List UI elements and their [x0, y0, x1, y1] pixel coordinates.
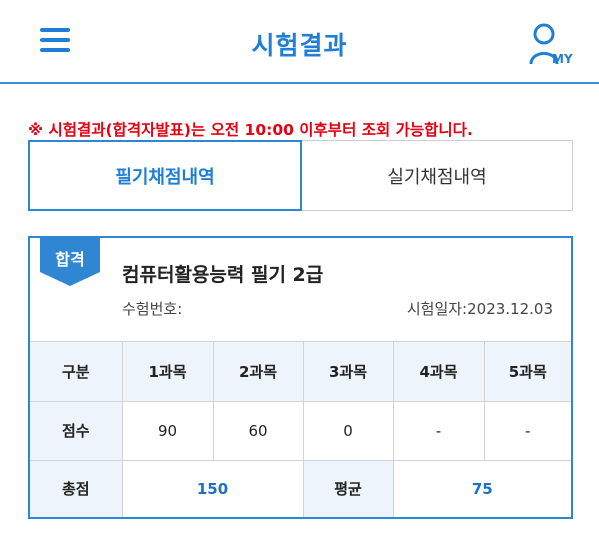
- score-subject-2: 60: [213, 401, 304, 461]
- exam-name: 컴퓨터활용능력 필기 2급: [122, 264, 324, 286]
- tab-practical-scoring[interactable]: 실기채점내역: [302, 140, 573, 211]
- notice-suffix: 이후부터 조회 가능합니다.: [293, 121, 473, 139]
- notice-time: 10:00: [244, 121, 294, 139]
- average-label: 평균: [303, 460, 394, 517]
- score-table: 구분 1과목 2과목 3과목 4과목 5과목 점수 90 60 0 - - 총점…: [30, 342, 571, 517]
- score-subject-1: 90: [122, 401, 214, 461]
- notice-prefix: ※ 시험결과(합격자발표)는 오전: [28, 121, 245, 139]
- score-subject-5: -: [484, 401, 571, 461]
- pass-badge-label: 합격: [55, 250, 85, 269]
- table-header-row: 구분 1과목 2과목 3과목 4과목 5과목: [30, 342, 571, 402]
- result-card-header: 합격 컴퓨터활용능력 필기 2급 수험번호: 시험일자:2023.12.03: [30, 236, 571, 342]
- total-row: 총점 150 평균 75: [30, 460, 571, 517]
- score-row-label: 점수: [30, 401, 123, 461]
- result-notice: ※ 시험결과(합격자발표)는 오전 10:00 이후부터 조회 가능합니다.: [28, 118, 588, 140]
- exam-date-value: 2023.12.03: [467, 300, 553, 318]
- pass-badge: 합격: [40, 236, 100, 286]
- my-page-button[interactable]: MY: [527, 20, 577, 70]
- tab-written-scoring[interactable]: 필기채점내역: [28, 140, 302, 211]
- average-value: 75: [471, 479, 493, 498]
- header-cell-subject-2: 2과목: [213, 342, 304, 402]
- score-row: 점수 90 60 0 - -: [30, 401, 571, 461]
- result-tabs: 필기채점내역 실기채점내역: [28, 140, 573, 211]
- score-subject-4: -: [393, 401, 485, 461]
- header-cell-category: 구분: [30, 342, 123, 402]
- total-label: 총점: [30, 460, 123, 517]
- total-value: 150: [122, 460, 304, 517]
- header-cell-subject-1: 1과목: [122, 342, 214, 402]
- header-cell-subject-4: 4과목: [393, 342, 485, 402]
- header-cell-subject-5: 5과목: [484, 342, 571, 402]
- exam-number-label: 수험번호:: [122, 300, 183, 318]
- app-header: 시험결과 MY: [0, 0, 599, 84]
- exam-date-label: 시험일자:: [406, 300, 468, 318]
- header-cell-subject-3: 3과목: [303, 342, 394, 402]
- result-card: 합격 컴퓨터활용능력 필기 2급 수험번호: 시험일자:2023.12.03 구…: [28, 236, 573, 519]
- score-subject-3: 0: [303, 401, 394, 461]
- my-label: MY: [552, 52, 573, 66]
- exam-date: 시험일자:2023.12.03: [407, 298, 553, 319]
- page-title: 시험결과: [251, 31, 348, 60]
